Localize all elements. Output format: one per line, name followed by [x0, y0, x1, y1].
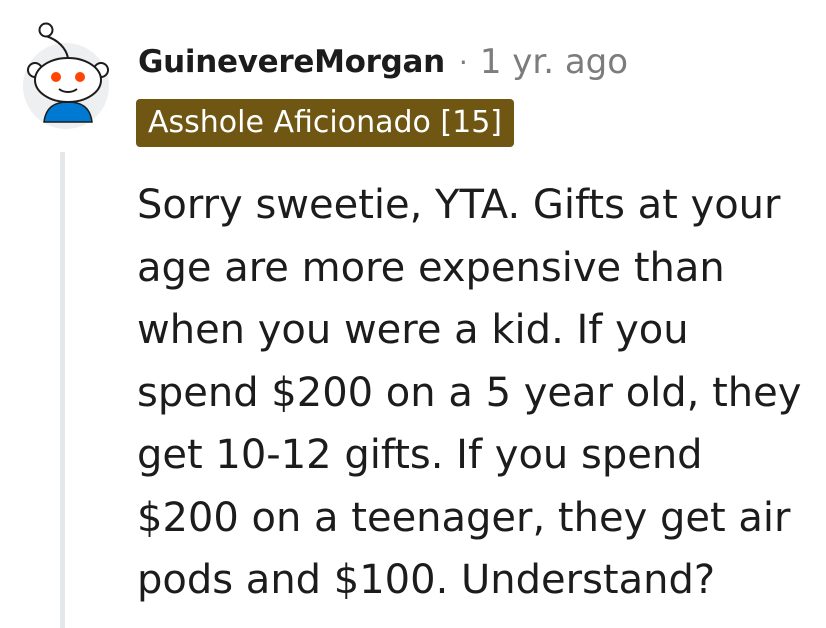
- user-flair-badge: Asshole Aficionado [15]: [136, 99, 514, 147]
- meta-separator: ·: [458, 45, 468, 79]
- user-avatar[interactable]: [22, 18, 114, 130]
- comment-meta: GuinevereMorgan · 1 yr. ago: [138, 40, 628, 84]
- comment-body-line: spend $200 on a 5 year old, they: [137, 369, 802, 416]
- comment-body-line: age are more expensive than: [137, 244, 725, 291]
- comment-body-line: get 10-12 gifts. If you spend: [137, 432, 703, 478]
- username-link[interactable]: GuinevereMorgan: [138, 44, 445, 80]
- comment-body-line: $200 on a teenager, they get air: [137, 494, 791, 541]
- comment-body: Sorry sweetie, YTA. Gifts at your age ar…: [137, 174, 817, 612]
- snoo-avatar-icon: [23, 22, 109, 129]
- timestamp-link[interactable]: 1 yr. ago: [480, 42, 628, 82]
- comment-body-line: Sorry sweetie, YTA. Gifts at your: [137, 182, 781, 228]
- thread-line[interactable]: [60, 152, 65, 628]
- comment-body-line: when you were a kid. If you: [137, 307, 689, 353]
- comment-body-line: pods and $100. Understand?: [137, 557, 716, 603]
